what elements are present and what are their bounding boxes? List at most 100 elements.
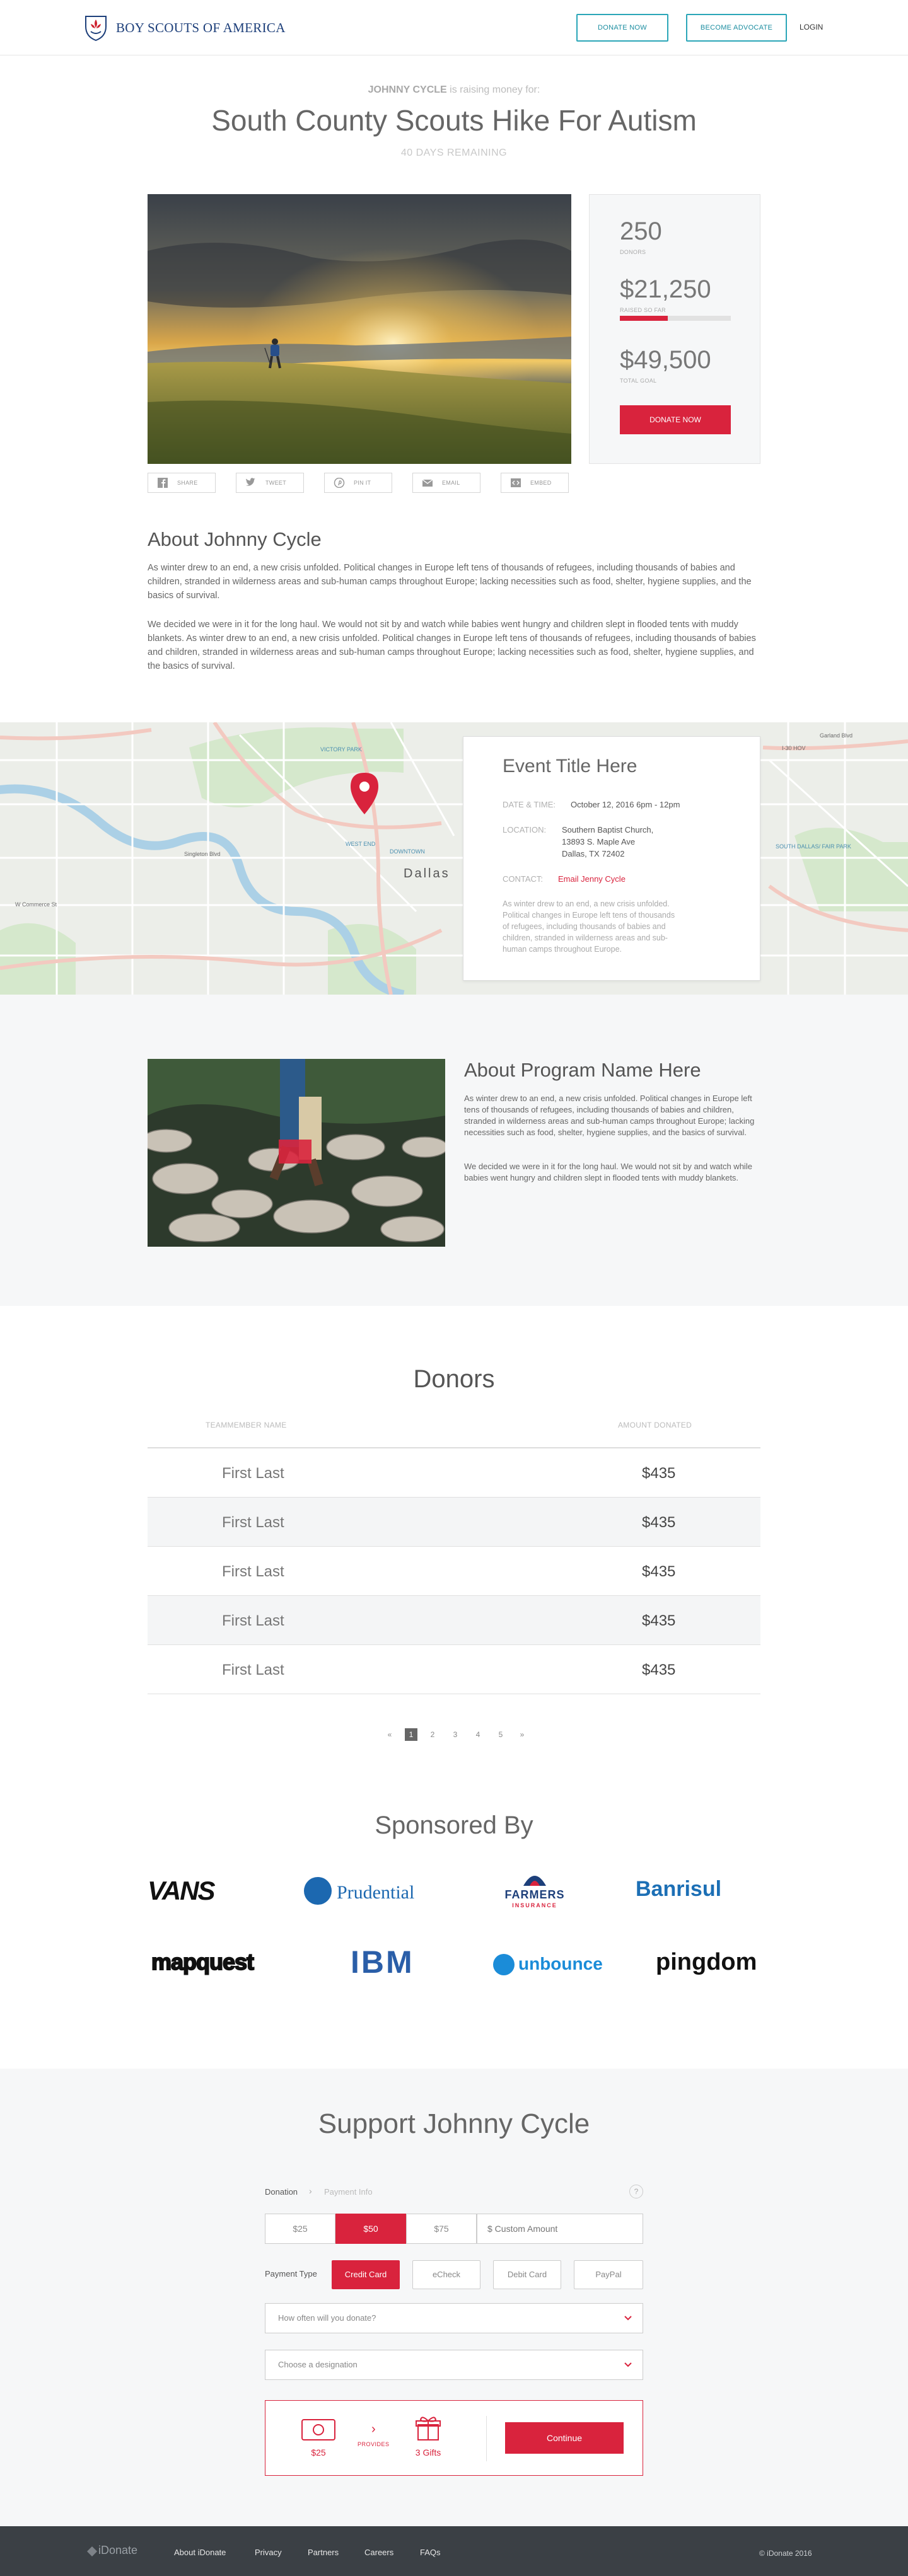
table-row: First Last $435: [148, 1596, 760, 1645]
header-donate-button[interactable]: DONATE NOW: [576, 14, 668, 42]
days-remaining: 40 DAYS REMAINING: [400, 147, 508, 158]
prudential-rock-icon: [304, 1877, 332, 1905]
sponsor-logo-prudential[interactable]: Prudential: [337, 1882, 414, 1903]
amount-option-50[interactable]: $50: [335, 2214, 406, 2244]
about-paragraph-1: As winter drew to an end, a new crisis u…: [148, 563, 752, 601]
amount-option-25[interactable]: $25: [265, 2214, 335, 2244]
pagination-page-5[interactable]: 5: [494, 1728, 507, 1741]
login-link[interactable]: LOGIN: [800, 23, 823, 32]
share-label: EMBED: [530, 480, 552, 486]
bsa-logo-icon[interactable]: [83, 14, 108, 42]
payment-debit-card[interactable]: Debit Card: [493, 2260, 561, 2289]
pagination-page-4[interactable]: 4: [472, 1728, 484, 1741]
share-twitter-button[interactable]: TWEET: [236, 473, 304, 493]
event-card: Event Title Here DATE & TIME: October 12…: [463, 736, 760, 981]
event-location-label: LOCATION:: [503, 825, 547, 835]
designation-select[interactable]: Choose a designation: [265, 2350, 643, 2380]
event-contact-link[interactable]: Email Jenny Cycle: [558, 873, 626, 885]
pagination-prev[interactable]: «: [383, 1728, 396, 1741]
brand-name[interactable]: BOY SCOUTS OF AMERICA: [116, 20, 286, 36]
email-icon: [422, 479, 433, 487]
share-facebook-button[interactable]: SHARE: [148, 473, 216, 493]
sponsor-logo-unbounce[interactable]: unbounce: [518, 1954, 603, 1974]
footer-link-partners[interactable]: Partners: [308, 2548, 339, 2557]
table-row: First Last $435: [148, 1498, 760, 1547]
raised-progress-bar: [620, 316, 731, 321]
sponsor-logo-farmers-insurance: INSURANCE: [512, 1902, 557, 1909]
summary-divider: [486, 2416, 487, 2461]
share-label: EMAIL: [442, 480, 460, 486]
sponsor-logo-ibm[interactable]: IBM: [351, 1944, 414, 1980]
amount-option-75[interactable]: $75: [406, 2214, 477, 2244]
site-footer: iDonate About iDonate Privacy Partners C…: [0, 2526, 908, 2576]
custom-amount-input[interactable]: [477, 2214, 643, 2244]
map-label-dallas: Dallas: [404, 867, 450, 881]
payment-echeck[interactable]: eCheck: [412, 2260, 480, 2289]
donor-amount: $435: [642, 1563, 676, 1580]
map-label-west-end: WEST END: [346, 841, 376, 847]
support-heading: Support Johnny Cycle: [318, 2108, 590, 2139]
donors-count: 250: [620, 217, 662, 245]
event-location-line-2: 13893 S. Maple Ave: [562, 837, 636, 846]
raised-label: RAISED SO FAR: [620, 307, 666, 313]
footer-link-about[interactable]: About iDonate: [174, 2548, 226, 2557]
step-chevron-icon: ›: [309, 2186, 312, 2196]
frequency-select[interactable]: How often will you donate?: [265, 2303, 643, 2333]
fundraiser-line: JOHNNY CYCLE is raising money for:: [0, 84, 908, 96]
map-label-south-dallas: SOUTH DALLAS/ FAIR PARK: [776, 843, 851, 850]
share-pinterest-button[interactable]: PIN IT: [324, 473, 392, 493]
become-advocate-button[interactable]: BECOME ADVOCATE: [686, 14, 787, 42]
provides-chevron-icon: ›: [371, 2422, 376, 2436]
donors-label: DONORS: [620, 249, 646, 255]
continue-button[interactable]: Continue: [505, 2422, 624, 2454]
fundraiser-name[interactable]: JOHNNY CYCLE: [368, 84, 447, 95]
donor-amount: $435: [642, 1661, 676, 1678]
payment-credit-card[interactable]: Credit Card: [332, 2260, 400, 2289]
embed-icon: [511, 478, 521, 487]
footer-brand[interactable]: iDonate: [98, 2544, 137, 2557]
share-label: TWEET: [265, 480, 286, 486]
sponsor-logo-pingdom[interactable]: pingdom: [656, 1949, 757, 1976]
donate-now-button[interactable]: DONATE NOW: [620, 405, 731, 434]
table-row: First Last $435: [148, 1547, 760, 1596]
step-payment-info[interactable]: Payment Info: [324, 2187, 373, 2197]
column-header-amount: AMOUNT DONATED: [618, 1421, 692, 1430]
campaign-stats-panel: 250 DONORS $21,250 RAISED SO FAR $49,500…: [589, 194, 760, 464]
pagination-page-3[interactable]: 3: [449, 1728, 462, 1741]
share-embed-button[interactable]: EMBED: [501, 473, 569, 493]
map-label-commerce: W Commerce St: [15, 901, 57, 908]
chevron-down-icon: [624, 2362, 632, 2367]
event-description: As winter drew to an end, a new crisis u…: [503, 899, 675, 954]
step-donation[interactable]: Donation: [265, 2187, 298, 2197]
sponsor-logo-farmers[interactable]: FARMERS: [502, 1888, 568, 1902]
share-email-button[interactable]: EMAIL: [412, 473, 480, 493]
event-contact-label: CONTACT:: [503, 874, 544, 884]
column-header-name: TEAMMEMBER NAME: [206, 1421, 287, 1430]
share-label: PIN IT: [354, 480, 371, 486]
payment-paypal[interactable]: PayPal: [574, 2260, 643, 2289]
share-label: SHARE: [177, 480, 198, 486]
site-header: BOY SCOUTS OF AMERICA DONATE NOW BECOME …: [0, 0, 908, 55]
goal-amount: $49,500: [620, 346, 711, 374]
footer-link-careers[interactable]: Careers: [364, 2548, 393, 2557]
footer-link-faqs[interactable]: FAQs: [420, 2548, 441, 2557]
sponsor-logo-mapquest[interactable]: mapquest: [151, 1948, 255, 1975]
event-map[interactable]: VICTORY PARK WEST END DOWNTOWN Dallas SO…: [0, 722, 908, 995]
table-row: First Last $435: [148, 1448, 760, 1498]
footer-link-privacy[interactable]: Privacy: [255, 2548, 282, 2557]
raised-amount: $21,250: [620, 275, 711, 303]
program-image[interactable]: [148, 1059, 445, 1247]
pagination-page-1[interactable]: 1: [405, 1728, 417, 1741]
pagination-next[interactable]: »: [516, 1728, 528, 1741]
sponsor-logo-vans[interactable]: VANS: [148, 1876, 216, 1906]
page: BOY SCOUTS OF AMERICA DONATE NOW BECOME …: [0, 0, 908, 2576]
table-row: First Last $435: [148, 1645, 760, 1694]
farmers-shield-icon: [523, 1876, 546, 1886]
idonate-logo-icon: [87, 2546, 97, 2556]
donor-name: First Last: [222, 1465, 284, 1482]
donation-summary: $25 › PROVIDES 3 Gifts Continue: [265, 2400, 643, 2476]
help-icon[interactable]: ?: [629, 2185, 643, 2198]
pagination-page-2[interactable]: 2: [426, 1728, 439, 1741]
about-paragraph-2: We decided we were in it for the long ha…: [148, 620, 756, 671]
sponsor-logo-banrisul[interactable]: Banrisul: [636, 1877, 721, 1902]
